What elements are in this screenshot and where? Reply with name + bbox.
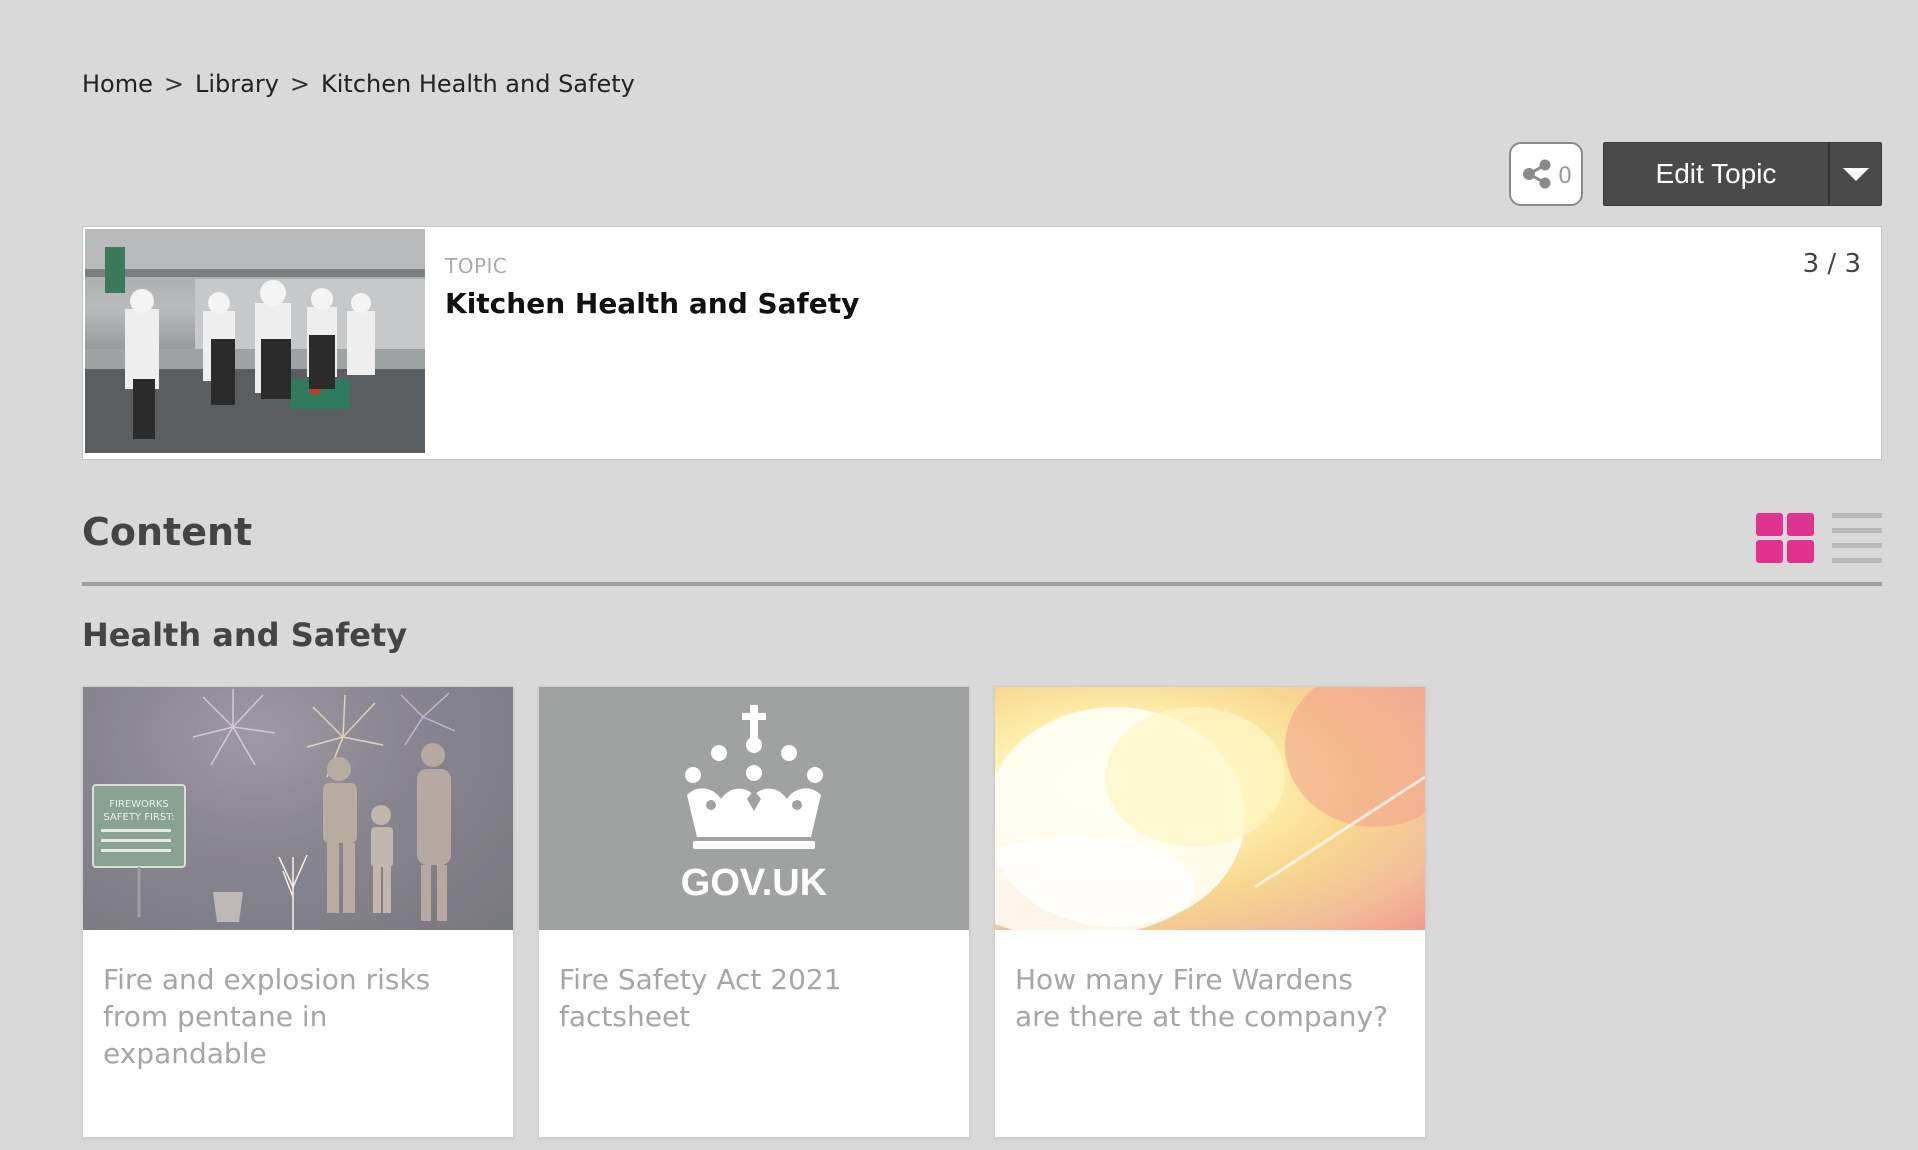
share-icon — [1523, 159, 1551, 189]
kitchen-photo-illustration — [85, 229, 425, 453]
content-card[interactable]: GOV.UK Fire Safety Act 2021 factsheet — [538, 686, 970, 1138]
gov-uk-crown-logo: GOV.UK — [681, 705, 828, 904]
share-button[interactable]: 0 — [1509, 142, 1583, 206]
card-title: How many Fire Wardens are there at the c… — [1015, 963, 1388, 1033]
list-line — [1832, 558, 1882, 563]
grid-cell — [1756, 540, 1783, 563]
breadcrumb-current: Kitchen Health and Safety — [321, 70, 635, 98]
card-image-gov-uk: GOV.UK — [539, 687, 969, 930]
fire-flame-illustration — [995, 687, 1425, 930]
edit-topic-button[interactable]: Edit Topic — [1604, 143, 1828, 205]
breadcrumb-separator: > — [289, 70, 311, 98]
topic-type-label: TOPIC — [445, 254, 508, 278]
content-heading: Content — [82, 510, 253, 554]
page: Home > Library > Kitchen Health and Safe… — [0, 0, 1918, 1150]
breadcrumb-separator: > — [163, 70, 184, 98]
list-line — [1832, 513, 1882, 518]
section-title: Health and Safety — [82, 616, 408, 654]
content-card[interactable]: FIREWORKS SAFETY FIRST: Fire and explosi… — [82, 686, 514, 1138]
topic-thumbnail-kitchen-photo — [85, 229, 425, 453]
share-count: 0 — [1558, 163, 1572, 189]
grid-view-icon[interactable] — [1756, 513, 1814, 563]
breadcrumb: Home > Library > Kitchen Health and Safe… — [82, 70, 635, 98]
card-image-fireworks: FIREWORKS SAFETY FIRST: — [83, 687, 513, 930]
card-image-fire — [995, 687, 1425, 930]
grid-cell — [1787, 540, 1814, 563]
list-view-icon[interactable] — [1832, 513, 1882, 563]
content-card[interactable]: How many Fire Wardens are there at the c… — [994, 686, 1426, 1138]
topic-counter: 3 / 3 — [1802, 249, 1861, 279]
list-line — [1832, 528, 1882, 533]
breadcrumb-library[interactable]: Library — [195, 70, 279, 98]
caret-down-icon — [1842, 167, 1869, 181]
grid-cell — [1756, 513, 1783, 536]
topic-title: Kitchen Health and Safety — [445, 287, 860, 320]
edit-topic-dropdown-button[interactable] — [1830, 143, 1881, 205]
gov-uk-logo-text: GOV.UK — [681, 862, 828, 904]
list-line — [1832, 543, 1882, 548]
edit-topic-split-button: Edit Topic — [1603, 142, 1882, 206]
card-title: Fire and explosion risks from pentane in… — [103, 963, 431, 1070]
content-header: Content — [82, 510, 1882, 586]
card-title: Fire Safety Act 2021 factsheet — [559, 963, 842, 1033]
fireworks-family-illustration: FIREWORKS SAFETY FIRST: — [83, 687, 513, 930]
topic-card: TOPIC Kitchen Health and Safety 3 / 3 — [82, 226, 1882, 460]
grid-cell — [1787, 513, 1814, 536]
breadcrumb-home[interactable]: Home — [82, 70, 153, 98]
